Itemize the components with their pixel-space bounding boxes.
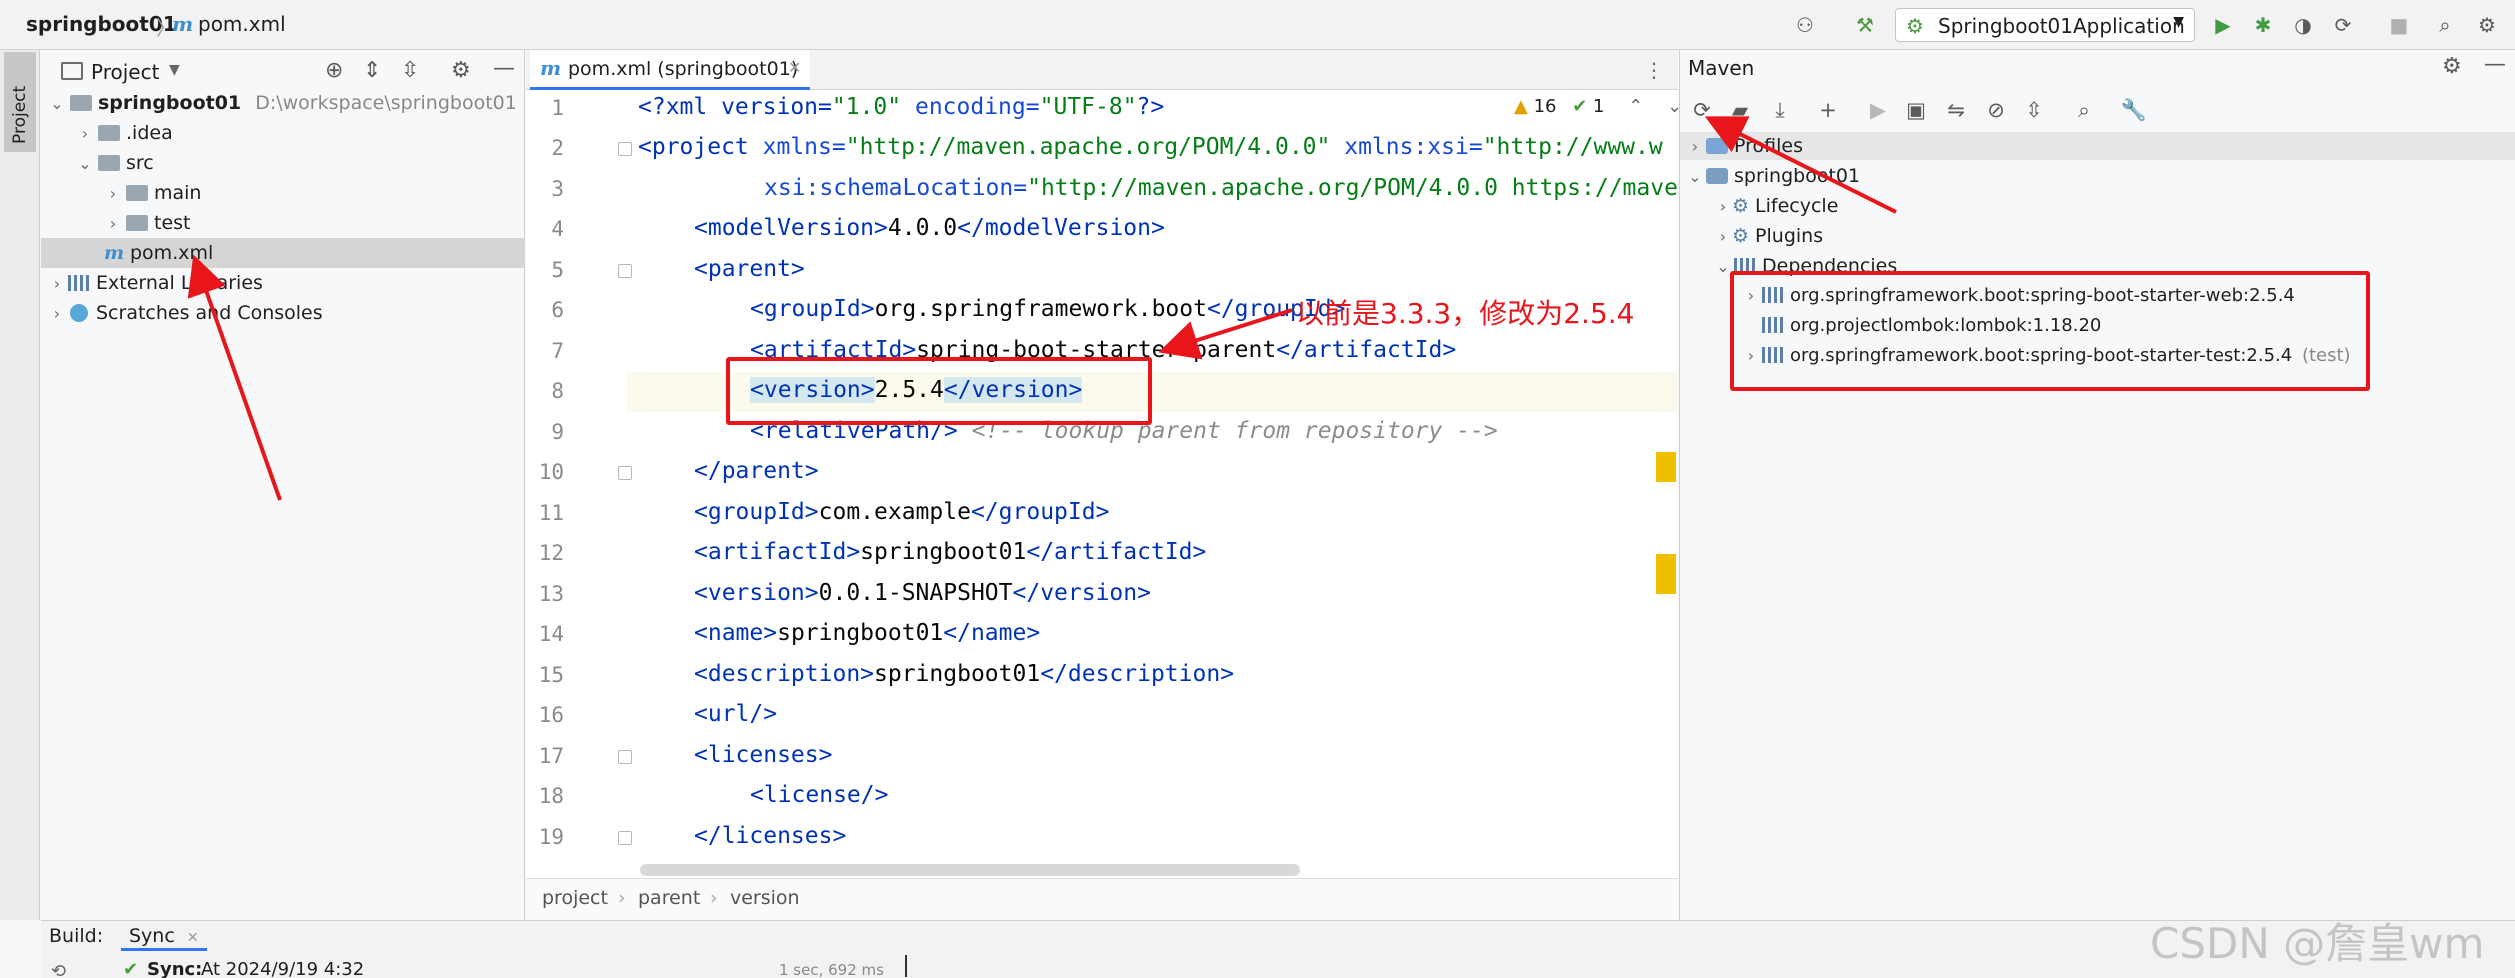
arrow-to-reload-button <box>1704 116 1897 214</box>
watermark: CSDN @詹皇wm <box>2150 919 2485 968</box>
annotation-arrows <box>187 116 1897 501</box>
arrow-to-pom-file <box>187 254 282 501</box>
arrow-to-version-line <box>1158 308 1293 360</box>
